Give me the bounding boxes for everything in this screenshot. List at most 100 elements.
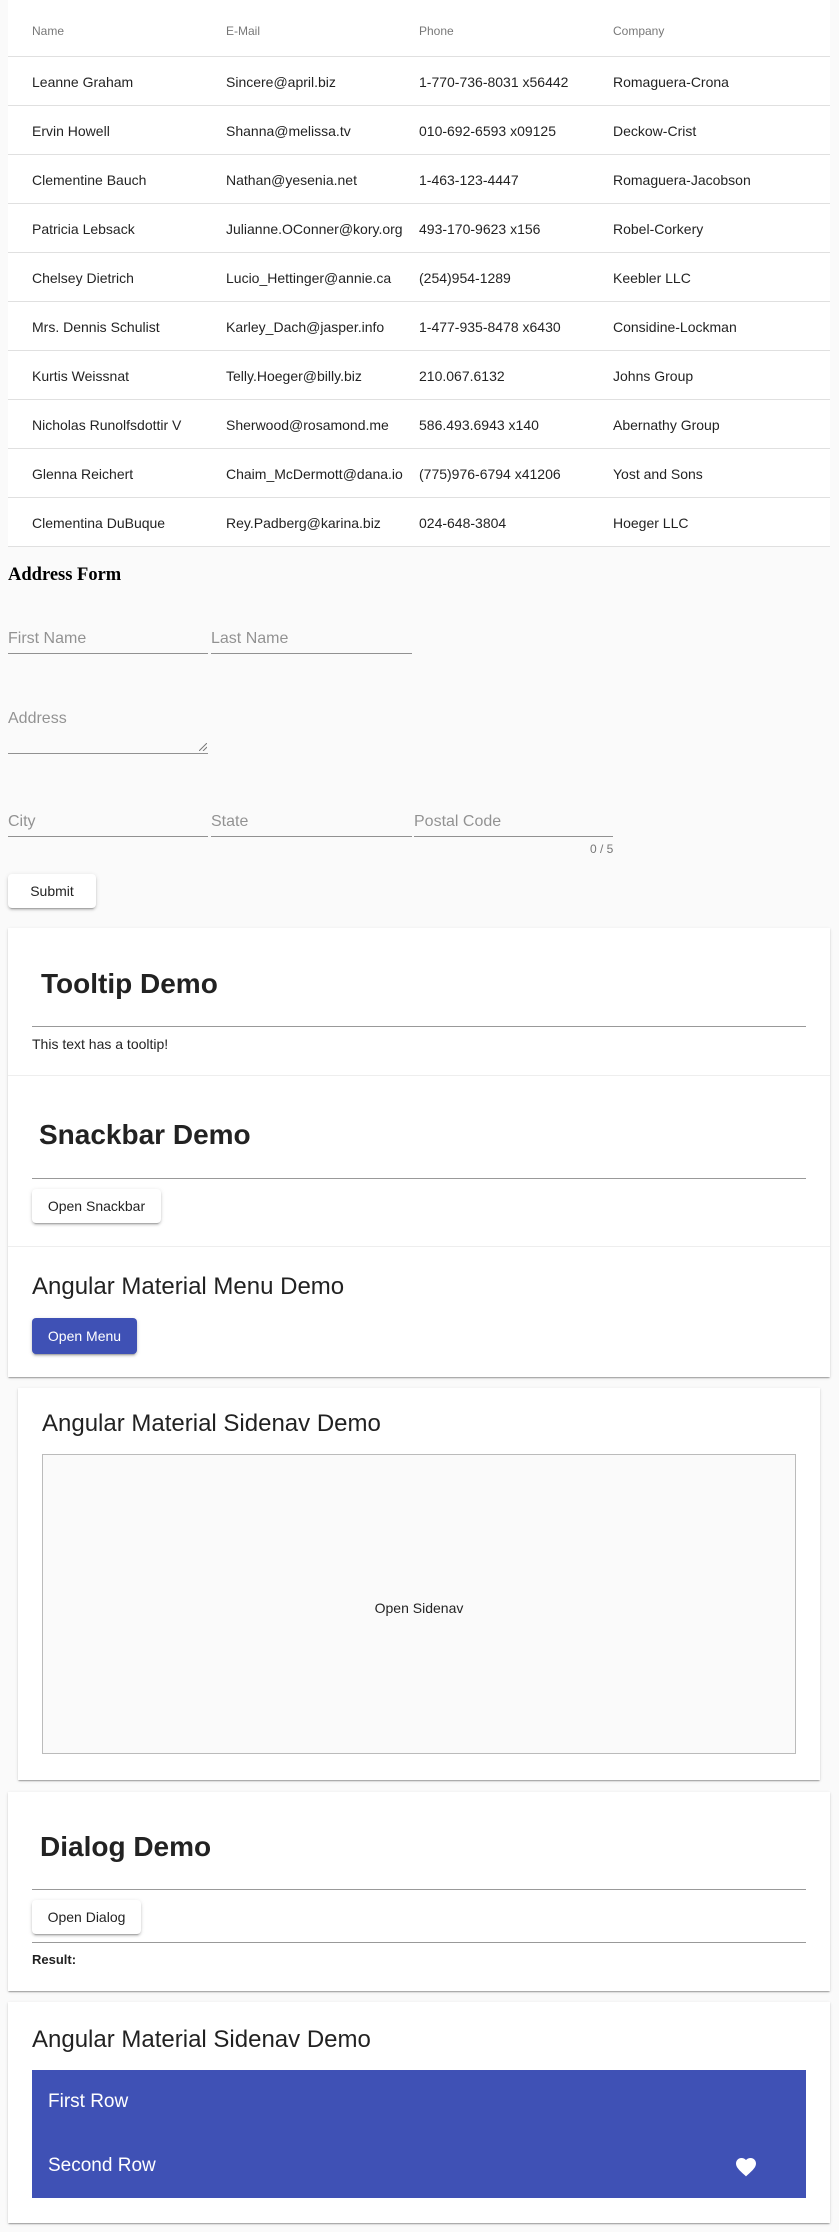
cell-phone: 210.067.6132	[419, 368, 505, 384]
list-item-label: Second Row	[48, 2155, 156, 2176]
cell-email: Shanna@melissa.tv	[226, 123, 351, 139]
sidenav-card: Angular Material Sidenav Demo Open Siden…	[18, 1388, 820, 1780]
cell-phone: 1-770-736-8031 x56442	[419, 74, 569, 90]
table-header: Name E-Mail Phone Company	[8, 0, 830, 57]
list-item-second-row[interactable]: Second Row	[32, 2134, 806, 2198]
cell-phone: 024-648-3804	[419, 515, 507, 531]
cell-email: Telly.Hoeger@billy.biz	[226, 368, 362, 384]
table-row[interactable]: Kurtis Weissnat Telly.Hoeger@billy.biz 210…	[8, 351, 830, 400]
table-row[interactable]: Chelsey Dietrich Lucio_Hettinger@annie.ca…	[8, 253, 830, 302]
address-placeholder: Address	[8, 710, 67, 727]
list-card: Angular Material Sidenav Demo First Row …	[8, 2002, 830, 2223]
snackbar-demo-title: Snackbar Demo	[39, 1119, 251, 1150]
open-menu-button[interactable]: Open Menu	[32, 1318, 137, 1354]
menu-demo-title: Angular Material Menu Demo	[32, 1273, 345, 1300]
cell-company: Deckow-Crist	[613, 123, 697, 139]
section-separator	[8, 1075, 830, 1076]
cell-company: Keebler LLC	[613, 270, 691, 286]
address-form-title: Address Form	[8, 565, 122, 585]
cell-name: Clementina DuBuque	[32, 515, 166, 531]
city-placeholder: City	[8, 813, 36, 830]
resize-handle-icon[interactable]	[199, 743, 207, 751]
cell-name: Leanne Graham	[32, 74, 134, 90]
table-row[interactable]: Leanne Graham Sincere@april.biz 1-770-736-…	[8, 57, 830, 106]
cell-phone: (254)954-1289	[419, 270, 511, 286]
nav-list: First Row Second Row	[32, 2070, 806, 2198]
table-row[interactable]: Glenna Reichert Chaim_McDermott@dana.io (7…	[8, 449, 830, 498]
cell-phone: (775)976-6794 x41206	[419, 466, 561, 482]
demo-card: Tooltip Demo This text has a tooltip! Sn…	[8, 928, 830, 1377]
header-name[interactable]: Name	[32, 24, 64, 38]
header-company[interactable]: Company	[613, 24, 664, 38]
address-textarea[interactable]: Address	[8, 700, 208, 754]
postal-code-input[interactable]: Postal Code	[414, 803, 613, 837]
cell-email: Chaim_McDermott@dana.io	[226, 466, 403, 482]
section-separator	[8, 1246, 830, 1247]
cell-email: Lucio_Hettinger@annie.ca	[226, 270, 392, 286]
cell-company: Johns Group	[613, 368, 694, 384]
cell-company: Abernathy Group	[613, 417, 720, 433]
cell-name: Mrs. Dennis Schulist	[32, 319, 160, 335]
table-row[interactable]: Clementina DuBuque Rey.Padberg@karina.biz…	[8, 498, 830, 547]
cell-email: Nathan@yesenia.net	[226, 172, 357, 188]
cell-company: Hoeger LLC	[613, 515, 689, 531]
postal-code-placeholder: Postal Code	[414, 813, 502, 830]
heart-icon[interactable]	[734, 2155, 758, 2179]
submit-button[interactable]: Submit	[8, 874, 96, 908]
first-name-placeholder: First Name	[8, 630, 87, 647]
cell-company: Robel-Corkery	[613, 221, 704, 237]
list-item-first-row[interactable]: First Row	[32, 2070, 806, 2134]
list-demo-title: Angular Material Sidenav Demo	[32, 2026, 371, 2053]
state-input[interactable]: State	[211, 803, 412, 837]
cell-company: Considine-Lockman	[613, 319, 737, 335]
cell-name: Glenna Reichert	[32, 466, 134, 482]
cell-name: Ervin Howell	[32, 123, 110, 139]
table-row[interactable]: Mrs. Dennis Schulist Karley_Dach@jasper.i…	[8, 302, 830, 351]
dialog-result-label: Result:	[32, 1952, 77, 1967]
cell-name: Nicholas Runolfsdottir V	[32, 417, 182, 433]
cell-phone: 586.493.6943 x140	[419, 417, 539, 433]
cell-name: Kurtis Weissnat	[32, 368, 129, 384]
cell-company: Romaguera-Jacobson	[613, 172, 751, 188]
state-placeholder: State	[211, 813, 249, 830]
divider	[32, 1889, 806, 1890]
open-snackbar-button[interactable]: Open Snackbar	[32, 1189, 161, 1223]
cell-phone: 1-463-123-4447	[419, 172, 519, 188]
cell-phone: 493-170-9623 x156	[419, 221, 541, 237]
first-name-input[interactable]: First Name	[8, 620, 208, 654]
cell-company: Romaguera-Crona	[613, 74, 729, 90]
dialog-card: Dialog Demo Open Dialog Result:	[8, 1792, 830, 1991]
cell-email: Rey.Padberg@karina.biz	[226, 515, 381, 531]
divider	[32, 1178, 806, 1179]
cell-name: Patricia Lebsack	[32, 221, 135, 237]
cell-phone: 1-477-935-8478 x6430	[419, 319, 561, 335]
cell-name: Chelsey Dietrich	[32, 270, 134, 286]
table-row[interactable]: Ervin Howell Shanna@melissa.tv 010-692-659…	[8, 106, 830, 155]
last-name-placeholder: Last Name	[211, 630, 289, 647]
cell-email: Sherwood@rosamond.me	[226, 417, 389, 433]
city-input[interactable]: City	[8, 803, 208, 837]
sidenav-container: Open Sidenav	[42, 1454, 796, 1754]
header-email[interactable]: E-Mail	[226, 24, 260, 38]
last-name-input[interactable]: Last Name	[211, 620, 412, 654]
cell-name: Clementine Bauch	[32, 172, 147, 188]
postal-code-counter: 0 / 5	[590, 842, 614, 856]
cell-email: Karley_Dach@jasper.info	[226, 319, 385, 335]
table-row[interactable]: Clementine Bauch Nathan@yesenia.net 1-463-…	[8, 155, 830, 204]
open-sidenav-button[interactable]: Open Sidenav	[43, 1600, 795, 1616]
dialog-demo-title: Dialog Demo	[40, 1831, 212, 1862]
divider	[32, 1026, 806, 1027]
tooltip-text[interactable]: This text has a tooltip!	[32, 1036, 168, 1052]
cell-phone: 010-692-6593 x09125	[419, 123, 557, 139]
divider	[32, 1942, 806, 1943]
cell-email: Julianne.OConner@kory.org	[226, 221, 403, 237]
table-row[interactable]: Nicholas Runolfsdottir V Sherwood@rosamon…	[8, 400, 830, 449]
open-dialog-button[interactable]: Open Dialog	[32, 1900, 141, 1934]
list-item-label: First Row	[48, 2091, 129, 2112]
tooltip-demo-title: Tooltip Demo	[41, 968, 218, 999]
table-row[interactable]: Patricia Lebsack Julianne.OConner@kory.or…	[8, 204, 830, 253]
header-phone[interactable]: Phone	[419, 24, 454, 38]
cell-email: Sincere@april.biz	[226, 74, 336, 90]
cell-company: Yost and Sons	[613, 466, 703, 482]
sidenav-demo-title: Angular Material Sidenav Demo	[42, 1410, 381, 1437]
